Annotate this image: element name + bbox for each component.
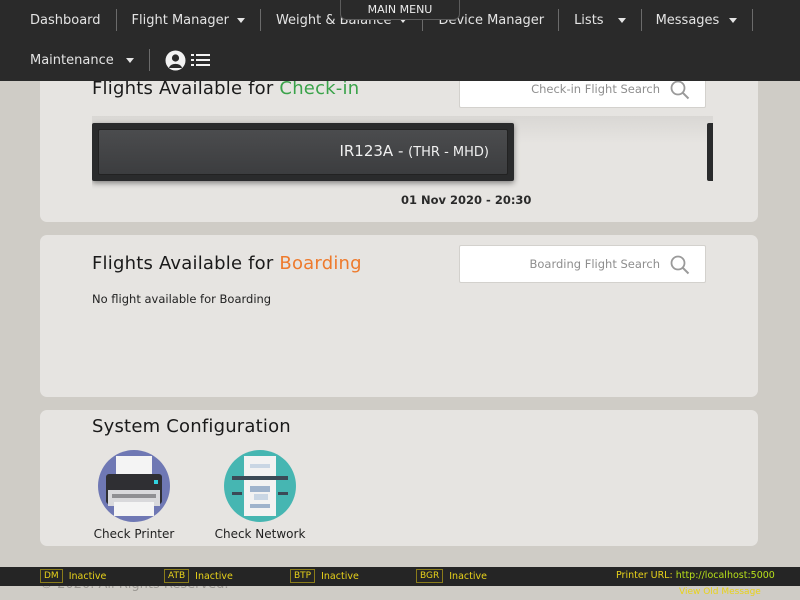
status-badge: BTP — [290, 569, 316, 583]
flight-card[interactable]: IR123A - (THR - MHD) — [92, 123, 514, 181]
boarding-title: Flights Available for Boarding — [92, 253, 362, 274]
status-item-dm: DM Inactive — [40, 569, 106, 583]
user-circle-icon[interactable] — [165, 50, 186, 71]
flight-date: 01 Nov 2020 - 20:30 — [401, 193, 532, 207]
search-icon[interactable] — [669, 254, 691, 276]
nav-divider — [115, 9, 117, 31]
flight-card-next[interactable] — [707, 123, 713, 181]
nav-divider — [640, 9, 642, 31]
nav-dashboard[interactable]: Dashboard — [30, 10, 101, 30]
status-item-btp: BTP Inactive — [290, 569, 359, 583]
chevron-down-icon — [729, 17, 738, 23]
status-badge: ATB — [164, 569, 190, 583]
checkin-title-prefix: Flights Available for — [92, 78, 280, 99]
nav-divider — [259, 9, 261, 31]
search-icon[interactable] — [669, 79, 691, 101]
status-item-atb: ATB Inactive — [164, 569, 233, 583]
status-text: Inactive — [68, 570, 107, 582]
check-printer-label: Check Printer — [93, 527, 175, 541]
printer-icon — [98, 450, 170, 522]
chevron-down-icon — [617, 17, 626, 23]
boarding-title-prefix: Flights Available for — [92, 253, 280, 274]
printer-url-label: Printer URL: — [616, 570, 676, 581]
system-config-title: System Configuration — [92, 416, 291, 437]
nav-messages-label: Messages — [655, 12, 720, 28]
chevron-down-icon — [125, 57, 134, 63]
nav-row-secondary: Maintenance — [0, 40, 211, 80]
checkin-panel: Flights Available for Check-in IR123A - … — [40, 60, 758, 222]
check-network-label: Check Network — [214, 527, 306, 541]
chevron-down-icon — [236, 17, 245, 23]
flight-carousel: IR123A - (THR - MHD) 01 Nov 2020 - 20:30 — [92, 116, 713, 208]
boarding-search-input[interactable] — [468, 246, 660, 282]
nav-lists-label: Lists — [574, 12, 604, 28]
check-network-button[interactable]: Check Network — [205, 450, 315, 541]
user-menu[interactable] — [165, 50, 211, 71]
flight-card-inner: IR123A - (THR - MHD) — [98, 129, 508, 175]
flight-route: (THR - MHD) — [408, 145, 489, 160]
flight-number: IR123A - — [339, 142, 409, 160]
checkin-title: Flights Available for Check-in — [92, 78, 359, 99]
status-text: Inactive — [449, 570, 487, 582]
list-menu-icon[interactable] — [190, 53, 211, 67]
system-config-panel: System Configuration Check Printer Check… — [40, 410, 758, 546]
network-icon — [224, 450, 296, 522]
checkin-title-accent: Check-in — [279, 78, 360, 99]
status-item-bgr: BGR Inactive — [416, 569, 487, 583]
status-text: Inactive — [195, 570, 233, 582]
nav-dashboard-label: Dashboard — [30, 12, 101, 28]
nav-maintenance[interactable]: Maintenance — [30, 50, 134, 70]
nav-maintenance-label: Maintenance — [30, 52, 114, 68]
boarding-title-accent: Boarding — [279, 253, 362, 274]
nav-flight-manager[interactable]: Flight Manager — [132, 10, 245, 30]
boarding-panel: Flights Available for Boarding No flight… — [40, 235, 758, 397]
printer-url: Printer URL: http://localhost:5000 — [616, 570, 775, 581]
printer-url-link[interactable]: http://localhost:5000 — [676, 570, 775, 581]
main-menu-toggle[interactable]: MAIN MENU — [340, 0, 460, 20]
nav-divider — [558, 9, 560, 31]
view-old-message-link[interactable]: View Old Message — [679, 587, 761, 597]
nav-flight-manager-label: Flight Manager — [131, 12, 229, 28]
flight-code-label: IR123A - (THR - MHD) — [339, 142, 489, 160]
top-navigation: MAIN MENU Dashboard Flight Manager Weigh… — [0, 0, 800, 81]
boarding-empty-message: No flight available for Boarding — [92, 292, 272, 306]
nav-messages[interactable]: Messages — [656, 10, 738, 30]
device-status-bar: DM Inactive ATB Inactive BTP Inactive BG… — [0, 567, 800, 586]
boarding-search — [459, 245, 706, 283]
nav-divider — [148, 49, 150, 71]
status-badge: BGR — [416, 569, 444, 583]
status-text: Inactive — [321, 570, 359, 582]
nav-lists[interactable]: Lists — [574, 10, 626, 30]
nav-divider — [752, 9, 754, 31]
status-badge: DM — [40, 569, 63, 583]
check-printer-button[interactable]: Check Printer — [79, 450, 189, 541]
